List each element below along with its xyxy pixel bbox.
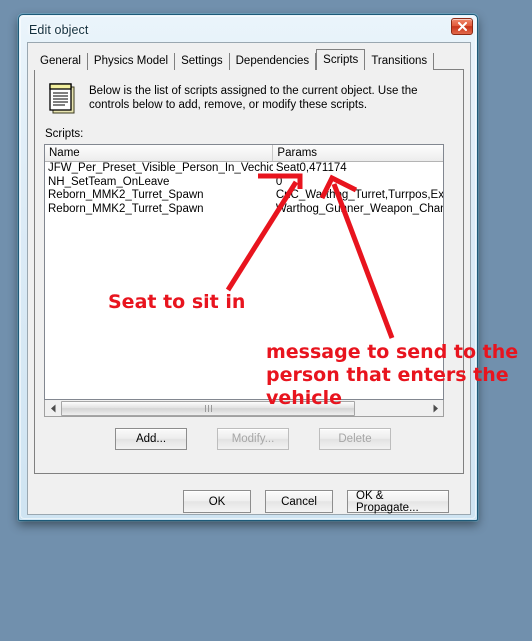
table-row[interactable]: NH_SetTeam_OnLeave 0: [45, 176, 443, 190]
tab-settings-label: Settings: [181, 55, 223, 67]
ok-and-propagate-button-label: OK & Propagate...: [356, 489, 419, 514]
cancel-button-label: Cancel: [281, 495, 317, 508]
modify-button[interactable]: Modify...: [217, 428, 289, 450]
tab-transitions[interactable]: Transitions: [365, 53, 435, 70]
add-button-label: Add...: [135, 433, 167, 445]
scrollbar-thumb[interactable]: [61, 400, 355, 416]
listview-horizontal-scrollbar[interactable]: [44, 400, 444, 417]
cancel-button[interactable]: Cancel: [265, 490, 333, 513]
description-text: Below is the list of scripts assigned to…: [89, 85, 418, 111]
delete-button-label: Delete: [338, 433, 372, 445]
cell-params: CnC_Warthog_Turret,Turrpos,Exp: [275, 189, 443, 201]
ok-button-label: OK: [208, 495, 226, 508]
tab-dependencies[interactable]: Dependencies: [229, 53, 317, 70]
scroll-right-icon[interactable]: [427, 401, 443, 416]
scrollbar-track[interactable]: [61, 400, 427, 416]
column-header-name[interactable]: Name: [45, 145, 274, 161]
cell-name: Reborn_MMK2_Turret_Spawn: [48, 202, 204, 215]
add-button[interactable]: Add...: [115, 428, 187, 450]
scripts-label: Scripts:: [45, 128, 84, 140]
dialog-client-area: General Physics Model Settings Dependenc…: [27, 42, 471, 515]
tab-scripts[interactable]: Scripts: [316, 49, 366, 70]
tab-strip: General Physics Model Settings Dependenc…: [34, 49, 435, 70]
close-button[interactable]: [451, 18, 473, 35]
column-header-params[interactable]: Params: [273, 145, 443, 161]
table-row[interactable]: JFW_Per_Preset_Visible_Person_In_Vechicl…: [45, 162, 443, 176]
dialog-button-row: OK Cancel OK & Propagate...: [183, 489, 449, 514]
tab-physics-model-label: Physics Model: [93, 55, 169, 67]
delete-button[interactable]: Delete: [319, 428, 391, 450]
note-document-icon: [47, 82, 77, 116]
close-icon: [457, 22, 467, 31]
cell-name: Reborn_MMK2_Turret_Spawn: [48, 189, 204, 201]
cell-params: 0: [275, 175, 283, 188]
scripts-listview[interactable]: Name Params JFW_Per_Preset_Visible_Perso…: [44, 144, 444, 400]
cell-name: NH_SetTeam_OnLeave: [48, 175, 170, 188]
cell-params: Warthog_Gunner_Weapon_Chan: [275, 202, 443, 215]
script-action-buttons: Add... Modify... Delete: [115, 428, 391, 450]
ok-and-propagate-button[interactable]: OK & Propagate...: [347, 489, 449, 514]
table-row[interactable]: Reborn_MMK2_Turret_Spawn CnC_Warthog_Tur…: [45, 189, 443, 203]
tab-scripts-label: Scripts: [323, 54, 359, 66]
modify-button-label: Modify...: [231, 433, 275, 445]
scripts-tab-page: Below is the list of scripts assigned to…: [34, 69, 464, 474]
tab-dependencies-label: Dependencies: [235, 55, 310, 67]
scroll-left-icon[interactable]: [45, 401, 61, 416]
description-row: Below is the list of scripts assigned to…: [47, 82, 453, 116]
window-titlebar[interactable]: Edit object: [22, 18, 474, 42]
window-title: Edit object: [29, 23, 89, 37]
listview-header: Name Params: [45, 145, 443, 162]
cell-params: Seat0,471174: [275, 162, 347, 174]
tab-physics-model[interactable]: Physics Model: [87, 53, 176, 70]
tab-settings[interactable]: Settings: [175, 53, 230, 70]
cell-name: JFW_Per_Preset_Visible_Person_In_Vechicl…: [48, 162, 273, 174]
tab-general[interactable]: General: [34, 53, 88, 70]
ok-button[interactable]: OK: [183, 490, 251, 513]
table-row[interactable]: Reborn_MMK2_Turret_Spawn Warthog_Gunner_…: [45, 203, 443, 217]
tab-transitions-label: Transitions: [371, 55, 428, 67]
tab-general-label: General: [40, 55, 81, 67]
edit-object-window: Edit object General Physics Model Settin…: [18, 14, 478, 521]
